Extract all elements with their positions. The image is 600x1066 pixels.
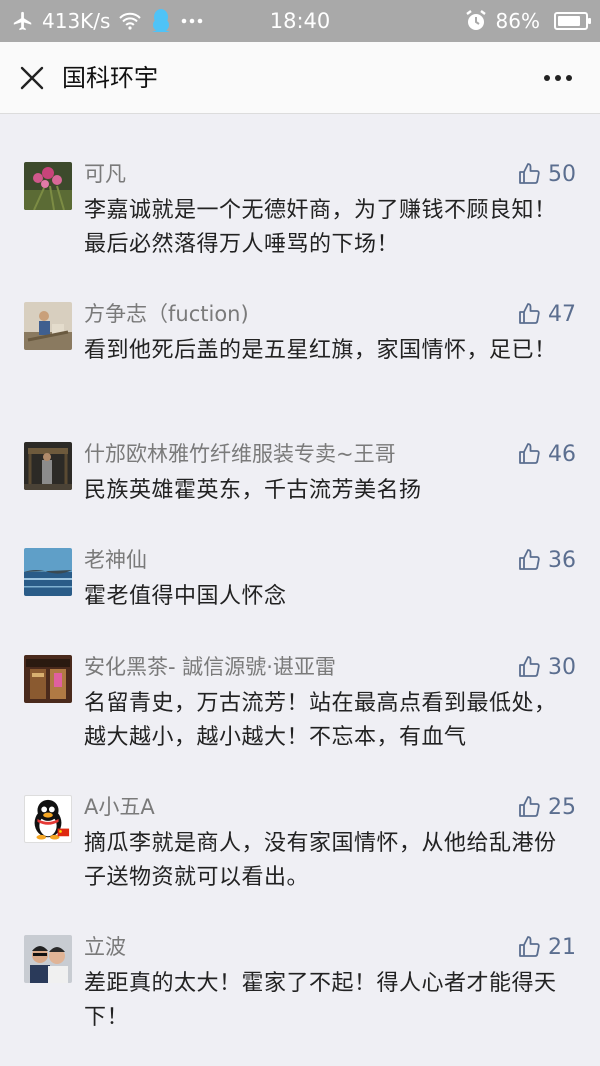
avatar[interactable] bbox=[24, 548, 72, 596]
status-right: 86% bbox=[464, 0, 591, 42]
battery-icon bbox=[554, 12, 591, 30]
nav-bar: 国科环宇 bbox=[0, 42, 600, 114]
page-title: 国科环宇 bbox=[62, 64, 158, 92]
like-button[interactable]: 36 bbox=[518, 545, 576, 575]
like-count: 50 bbox=[548, 161, 576, 187]
thumbs-up-icon bbox=[519, 549, 540, 570]
avatar[interactable] bbox=[24, 302, 72, 350]
comment-text: 差距真的太大！霍家了不起！得人心者才能得天下！ bbox=[84, 971, 557, 1030]
comment-author[interactable]: 可凡 bbox=[84, 159, 126, 189]
comment-author[interactable]: 立波 bbox=[84, 932, 126, 962]
thumbs-up-icon bbox=[519, 656, 540, 677]
wifi-icon bbox=[118, 11, 142, 31]
comment-author[interactable]: A小五A bbox=[84, 792, 155, 822]
qq-penguin-icon bbox=[150, 8, 172, 34]
thumbs-up-icon bbox=[519, 163, 540, 184]
avatar[interactable] bbox=[24, 655, 72, 703]
more-notifications-icon bbox=[180, 17, 204, 25]
close-button[interactable] bbox=[10, 56, 54, 100]
comment-author[interactable]: 方争志（fuction) bbox=[84, 299, 249, 329]
battery-level bbox=[558, 16, 581, 26]
comment-author[interactable]: 老神仙 bbox=[84, 545, 147, 575]
thumbs-up-icon bbox=[519, 796, 540, 817]
network-speed: 413K/s bbox=[42, 9, 111, 33]
alarm-clock-icon bbox=[464, 9, 488, 33]
comment-text: 名留青史，万古流芳！站在最高点看到最低处，越大越小，越小越大！不忘本，有血气 bbox=[84, 691, 557, 750]
avatar[interactable] bbox=[24, 795, 72, 843]
like-button[interactable]: 25 bbox=[518, 792, 576, 822]
like-count: 30 bbox=[548, 654, 576, 680]
thumbs-up-icon bbox=[519, 936, 540, 957]
status-bar: 413K/s 18:40 86% bbox=[0, 0, 600, 42]
battery-percent: 86% bbox=[495, 9, 540, 33]
comment-author[interactable]: 什邡欧林雅竹纤维服装专卖~王哥 bbox=[84, 439, 396, 469]
like-count: 36 bbox=[548, 547, 576, 573]
like-button[interactable]: 50 bbox=[518, 159, 576, 189]
comment-text: 李嘉诚就是一个无德奸商，为了赚钱不顾良知！最后必然落得万人唾骂的下场！ bbox=[84, 198, 557, 257]
like-count: 47 bbox=[548, 301, 576, 327]
comment-text: 霍老值得中国人怀念 bbox=[84, 584, 287, 609]
comment-text: 民族英雄霍英东，千古流芳美名扬 bbox=[84, 478, 422, 503]
airplane-icon bbox=[12, 10, 34, 32]
thumbs-up-icon bbox=[519, 443, 540, 464]
like-count: 21 bbox=[548, 934, 576, 960]
avatar[interactable] bbox=[24, 442, 72, 490]
qq-penguin-icon bbox=[34, 799, 70, 840]
like-button[interactable]: 47 bbox=[518, 299, 576, 329]
avatar[interactable] bbox=[24, 935, 72, 983]
like-button[interactable]: 30 bbox=[518, 652, 576, 682]
like-count: 25 bbox=[548, 794, 576, 820]
like-button[interactable]: 46 bbox=[518, 439, 576, 469]
avatar[interactable] bbox=[24, 162, 72, 210]
comment-text: 看到他死后盖的是五星红旗，家国情怀，足已！ bbox=[84, 338, 557, 363]
comment-text: 摘瓜李就是商人，没有家国情怀，从他给乱港份子送物资就可以看出。 bbox=[84, 831, 557, 890]
like-count: 46 bbox=[548, 441, 576, 467]
status-left: 413K/s bbox=[12, 0, 204, 42]
more-button[interactable] bbox=[530, 56, 586, 100]
thumbs-up-icon bbox=[519, 303, 540, 324]
comment-author[interactable]: 安化黑茶- 誠信源號·谌亚雷 bbox=[84, 652, 336, 682]
close-icon bbox=[20, 66, 44, 90]
like-button[interactable]: 21 bbox=[518, 932, 576, 962]
more-icon bbox=[544, 75, 572, 81]
